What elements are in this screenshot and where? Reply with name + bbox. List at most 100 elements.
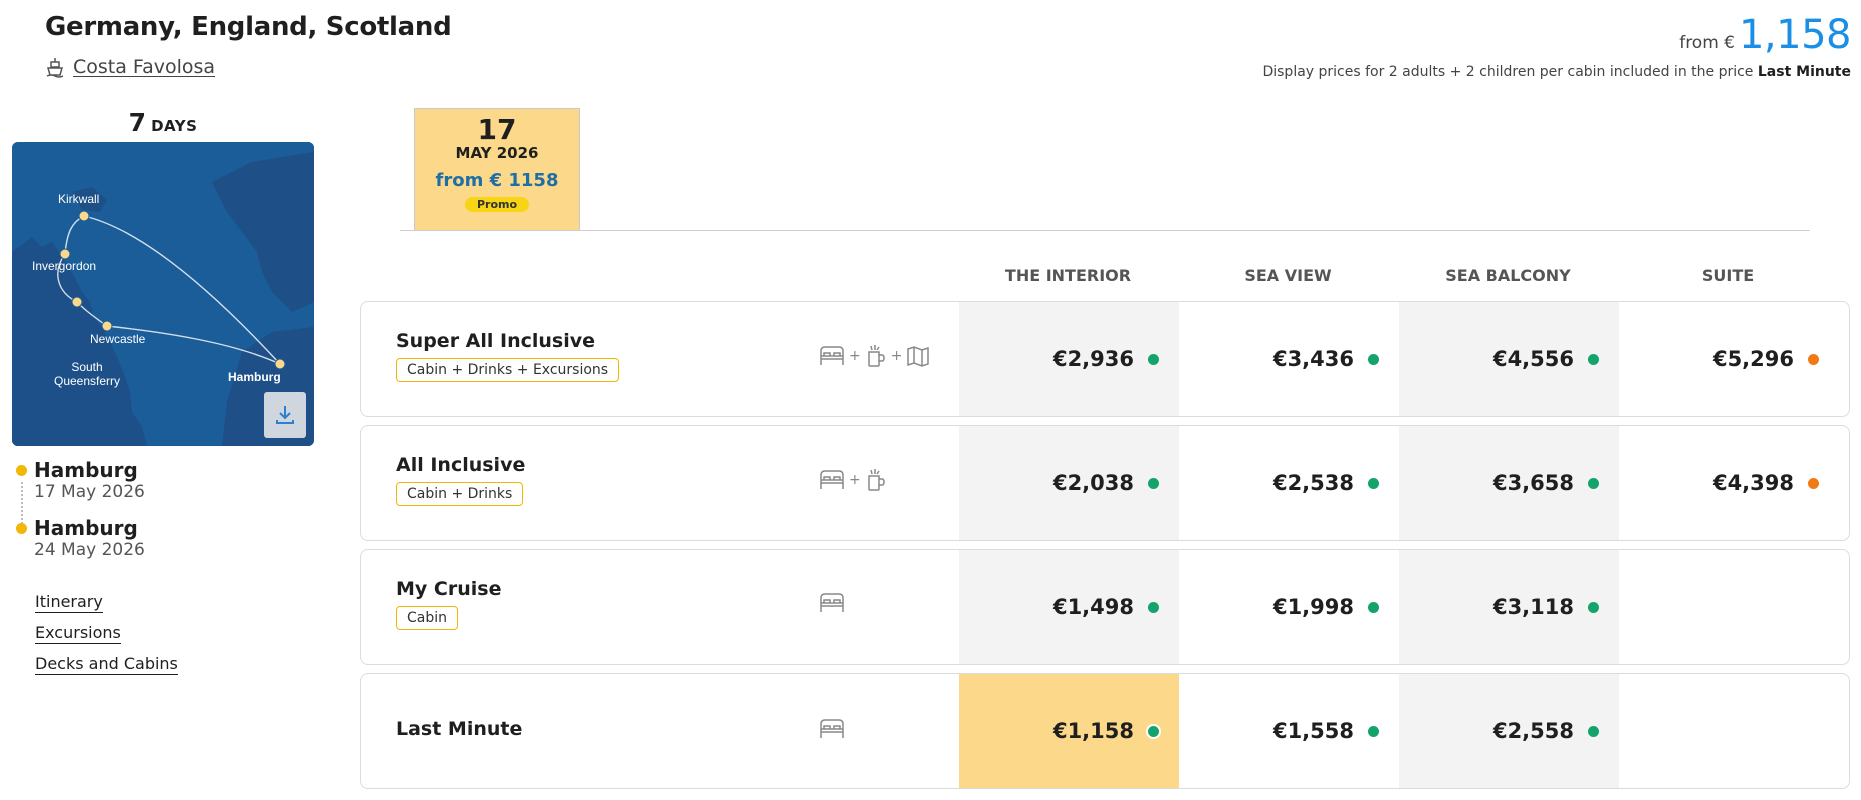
price-value: €1,158 — [1052, 719, 1134, 743]
price-value: €1,558 — [1272, 719, 1354, 743]
duration-label: DAYS — [151, 117, 198, 135]
price-value: €1,998 — [1272, 595, 1354, 619]
price-cell-suite[interactable]: €5,296 — [1619, 302, 1839, 416]
availability-dot — [1148, 353, 1159, 365]
from-label: from € — [1679, 33, 1735, 53]
availability-dot — [1368, 477, 1379, 489]
price-cell-sea-view[interactable]: €1,558 — [1179, 674, 1399, 788]
plus-sign: + — [890, 348, 903, 364]
bed-icon — [820, 593, 844, 612]
price-cell-suite-empty — [1619, 674, 1839, 788]
date-month: MAY 2026 — [455, 144, 539, 162]
fare-icons: + + — [819, 344, 930, 368]
availability-dot — [1588, 725, 1599, 737]
fare-row-all-inclusive: All Inclusive Cabin + Drinks + €2,038 €2… — [360, 425, 1850, 541]
lowest-price: from € 1,158 — [1679, 12, 1851, 58]
map-port-hamburg: Hamburg — [228, 370, 281, 384]
availability-dot — [1588, 353, 1599, 365]
lowest-price-value: 1,158 — [1738, 12, 1852, 58]
price-cell-sea-balcony[interactable]: €3,658 — [1399, 426, 1619, 540]
price-value: €3,118 — [1492, 595, 1574, 619]
fare-icons — [819, 592, 845, 614]
availability-dot — [1368, 601, 1379, 613]
fare-badge: Cabin + Drinks — [396, 482, 524, 506]
departure-date-tab[interactable]: 17 MAY 2026 from € 1158 Promo — [414, 108, 580, 230]
page-title: Germany, England, Scotland — [45, 12, 452, 42]
price-cell-suite[interactable]: €4,398 — [1619, 426, 1839, 540]
date-from-price: from € 1158 — [435, 170, 559, 191]
cruise-links: Itinerary Excursions Decks and Cabins — [35, 592, 178, 675]
fare-name: Super All Inclusive — [396, 330, 596, 352]
drink-icon — [867, 345, 885, 367]
excursions-link[interactable]: Excursions — [35, 623, 121, 644]
itinerary-link[interactable]: Itinerary — [35, 592, 103, 613]
availability-dot — [1368, 353, 1379, 365]
price-value: €2,538 — [1272, 471, 1354, 495]
display-note-fare: Last Minute — [1757, 64, 1851, 80]
price-cell-interior[interactable]: €2,936 — [959, 302, 1179, 416]
price-cell-interior[interactable]: €2,038 — [959, 426, 1179, 540]
price-value: €2,558 — [1492, 719, 1574, 743]
price-cell-suite-empty — [1619, 550, 1839, 664]
promo-badge: Promo — [464, 197, 530, 212]
map-icon — [907, 346, 930, 367]
fare-row-my-cruise: My Cruise Cabin €1,498 €1,998 €3,118 — [360, 549, 1850, 665]
map-download-button[interactable] — [264, 392, 306, 438]
download-icon — [276, 406, 294, 424]
itinerary-stop-arrival: Hamburg 24 May 2026 — [16, 516, 145, 560]
itinerary-map[interactable]: Kirkwall Invergordon Newcastle South Que… — [12, 142, 314, 446]
availability-dot — [1148, 477, 1159, 489]
plus-sign: + — [849, 348, 861, 364]
fare-name: My Cruise — [396, 578, 502, 600]
bed-icon — [820, 346, 844, 365]
stop-dot — [16, 465, 27, 476]
ship-icon — [46, 58, 64, 78]
fare-icons: + — [819, 468, 887, 492]
price-value: €3,658 — [1492, 471, 1574, 495]
price-cell-sea-balcony[interactable]: €3,118 — [1399, 550, 1619, 664]
itinerary-stop-departure: Hamburg 17 May 2026 — [16, 458, 145, 502]
price-value: €1,498 — [1052, 595, 1134, 619]
stop-date: 17 May 2026 — [34, 482, 145, 502]
fare-icons — [819, 718, 845, 740]
price-value: €2,936 — [1052, 347, 1134, 371]
drink-icon — [867, 469, 885, 491]
fare-row-super-all-inclusive: Super All Inclusive Cabin + Drinks + Exc… — [360, 301, 1850, 417]
price-value: €4,398 — [1712, 471, 1794, 495]
availability-dot — [1808, 477, 1819, 489]
duration-number: 7 — [128, 108, 146, 137]
stop-date: 24 May 2026 — [34, 540, 145, 560]
fare-badge: Cabin — [396, 606, 459, 630]
price-cell-sea-balcony[interactable]: €2,558 — [1399, 674, 1619, 788]
stop-port: Hamburg — [34, 516, 138, 540]
availability-dot — [1808, 353, 1819, 365]
availability-dot — [1148, 601, 1159, 613]
price-cell-interior-selected[interactable]: €1,158 — [959, 674, 1179, 788]
fare-row-last-minute: Last Minute €1,158 €1,558 €2,558 — [360, 673, 1850, 789]
map-port-invergordon: Invergordon — [32, 259, 97, 273]
availability-dot — [1588, 477, 1599, 489]
map-port-south-queensferry: South Queensferry — [53, 360, 121, 388]
ship-name[interactable]: Costa Favolosa — [73, 56, 215, 78]
date-day: 17 — [477, 113, 517, 146]
bed-icon — [820, 470, 844, 489]
price-value: €5,296 — [1712, 347, 1794, 371]
fare-badge: Cabin + Drinks + Excursions — [396, 358, 620, 382]
price-cell-interior[interactable]: €1,498 — [959, 550, 1179, 664]
price-cell-sea-view[interactable]: €1,998 — [1179, 550, 1399, 664]
price-cell-sea-balcony[interactable]: €4,556 — [1399, 302, 1619, 416]
column-header-sea-view: SEA VIEW — [1244, 266, 1332, 285]
plus-sign: + — [849, 472, 861, 488]
availability-dot — [1588, 601, 1599, 613]
price-value: €4,556 — [1492, 347, 1574, 371]
availability-dot — [1368, 725, 1379, 737]
fare-name: Last Minute — [396, 718, 523, 740]
price-cell-sea-view[interactable]: €3,436 — [1179, 302, 1399, 416]
bed-icon — [820, 719, 844, 738]
availability-dot — [1148, 725, 1159, 737]
decks-and-cabins-link[interactable]: Decks and Cabins — [35, 654, 178, 675]
price-cell-sea-view[interactable]: €2,538 — [1179, 426, 1399, 540]
tab-divider — [400, 230, 1810, 231]
stop-dot — [16, 523, 27, 534]
ship-link[interactable]: Costa Favolosa — [45, 56, 215, 78]
